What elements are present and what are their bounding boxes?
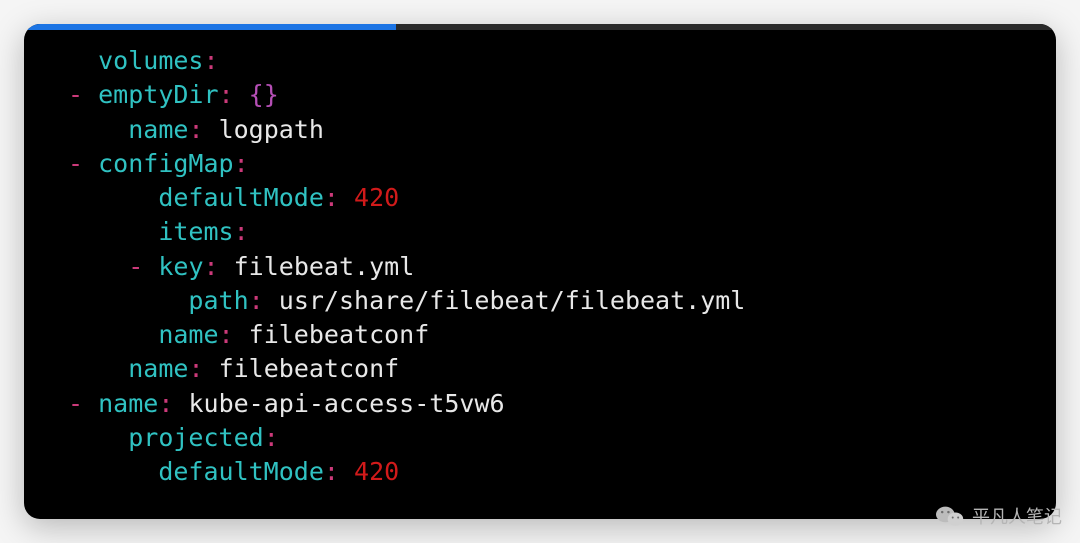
terminal-window: volumes: - emptyDir: {} name: logpath - … <box>24 24 1056 519</box>
watermark: 平凡人笔记 <box>936 503 1062 529</box>
watermark-label: 平凡人笔记 <box>972 503 1062 529</box>
yaml-code[interactable]: volumes: - emptyDir: {} name: logpath - … <box>24 30 1056 519</box>
progress-fill <box>24 24 396 30</box>
wechat-icon <box>936 505 964 527</box>
progress-track[interactable] <box>24 24 1056 30</box>
